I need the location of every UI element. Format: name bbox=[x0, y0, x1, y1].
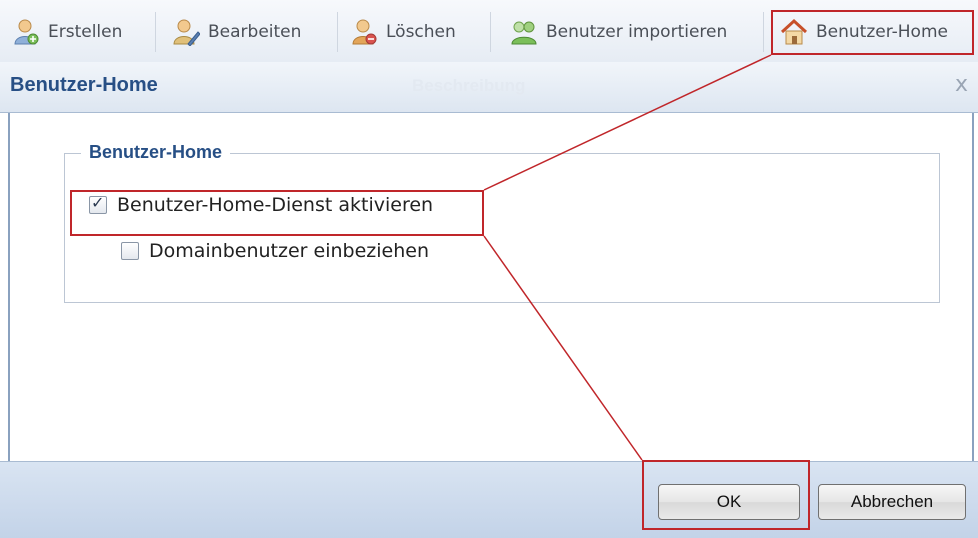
toolbar-divider bbox=[337, 12, 338, 52]
import-users-button[interactable]: Benutzer importieren bbox=[510, 12, 727, 52]
ok-button[interactable]: OK bbox=[658, 484, 800, 520]
user-import-icon bbox=[510, 18, 538, 46]
enable-user-home-checkbox[interactable] bbox=[89, 193, 107, 214]
dialog-header: Benutzer-Home Beschreibung x bbox=[0, 62, 978, 113]
include-domain-users-option[interactable]: Domainbenutzer einbeziehen bbox=[121, 240, 429, 262]
dialog-title: Benutzer-Home bbox=[10, 74, 158, 96]
user-add-icon bbox=[12, 18, 40, 46]
delete-user-button[interactable]: Löschen bbox=[350, 12, 456, 52]
user-edit-icon bbox=[172, 18, 201, 47]
edit-user-label: Bearbeiten bbox=[208, 22, 302, 42]
user-home-label: Benutzer-Home bbox=[816, 22, 948, 42]
toolbar: Erstellen Bearbeiten Löschen Benutzer im… bbox=[0, 0, 978, 63]
include-domain-users-checkbox[interactable] bbox=[121, 242, 139, 260]
user-home-button[interactable]: Benutzer-Home bbox=[780, 12, 948, 52]
user-home-group: Benutzer-Home Benutzer-Home-Dienst aktiv… bbox=[64, 142, 940, 303]
user-delete-icon bbox=[350, 18, 378, 46]
create-user-button[interactable]: Erstellen bbox=[12, 12, 122, 52]
include-domain-users-label: Domainbenutzer einbeziehen bbox=[149, 240, 429, 262]
home-icon bbox=[780, 18, 808, 46]
close-icon[interactable]: x bbox=[955, 72, 968, 97]
group-label: Benutzer-Home bbox=[81, 142, 231, 163]
toolbar-divider bbox=[763, 12, 764, 52]
dialog-body: Benutzer-Home Benutzer-Home-Dienst aktiv… bbox=[8, 113, 974, 461]
enable-user-home-option[interactable]: Benutzer-Home-Dienst aktivieren bbox=[89, 193, 434, 216]
edit-user-button[interactable]: Bearbeiten bbox=[172, 12, 301, 52]
import-users-label: Benutzer importieren bbox=[546, 22, 728, 42]
delete-user-label: Löschen bbox=[386, 22, 456, 42]
enable-user-home-label: Benutzer-Home-Dienst aktivieren bbox=[117, 194, 434, 216]
background-header-text: Beschreibung bbox=[412, 76, 526, 95]
toolbar-divider bbox=[490, 12, 491, 52]
cancel-button[interactable]: Abbrechen bbox=[818, 484, 966, 520]
create-user-label: Erstellen bbox=[48, 22, 123, 42]
dialog-footer: OK Abbrechen bbox=[0, 461, 978, 538]
toolbar-divider bbox=[155, 12, 156, 52]
